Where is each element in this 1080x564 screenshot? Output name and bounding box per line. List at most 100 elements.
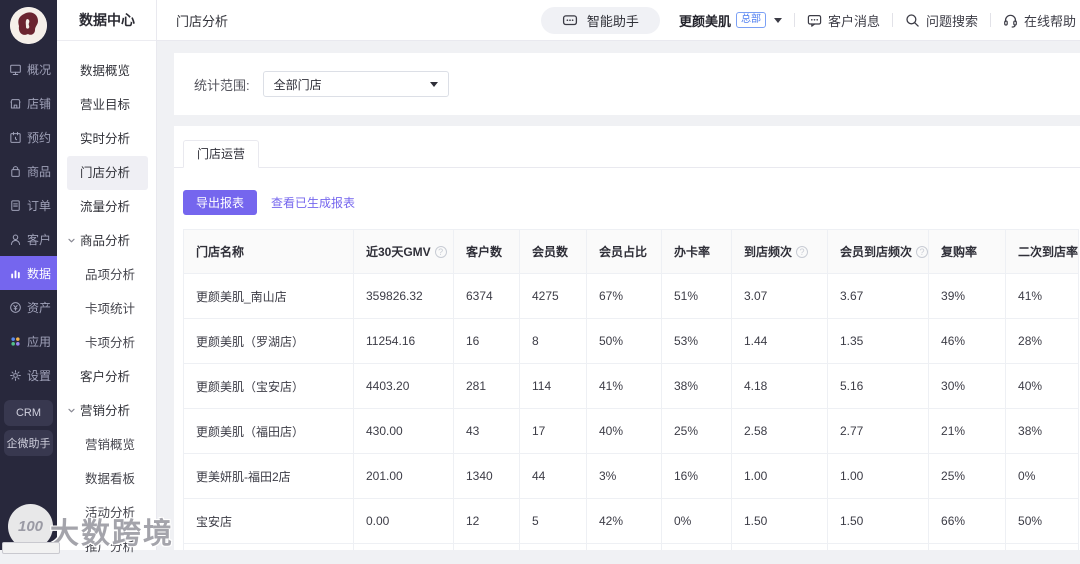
- tab-store-operation[interactable]: 门店运营: [183, 140, 259, 168]
- submenu-item-label: 商品分析: [80, 234, 130, 248]
- submenu-item-item-analysis[interactable]: 品项分析: [67, 258, 148, 292]
- sidebar-item-label: 商品: [27, 163, 51, 180]
- store-scope-select[interactable]: 全部门店: [263, 71, 449, 97]
- column-header: 客户数: [454, 230, 520, 274]
- asset-icon: [9, 301, 22, 314]
- submenu-item-label: 营销分析: [80, 404, 130, 418]
- sidebar-item-booking[interactable]: 预约: [0, 120, 57, 154]
- info-icon[interactable]: ?: [435, 246, 447, 258]
- column-label: 二次到店率: [1018, 245, 1078, 259]
- sidebar-item-product[interactable]: 商品: [0, 154, 57, 188]
- table-row: 更美妍肌-福田2店201.001340443%16%1.001.0025%0%: [184, 454, 1079, 499]
- sidebar-item-overview[interactable]: 概况: [0, 52, 57, 86]
- report-card: 门店运营 导出报表 查看已生成报表 门店名称近30天GMV?客户数会员数会员占比…: [174, 126, 1080, 550]
- table-cell: 6374: [454, 274, 520, 319]
- table-row: 更颜美肌（宝安店）4403.2028111441%38%4.185.1630%4…: [184, 364, 1079, 409]
- submenu-item-realtime-analysis[interactable]: 实时分析: [67, 122, 148, 156]
- table-cell: 41%: [1006, 274, 1079, 319]
- submenu-item-customer-analysis[interactable]: 客户分析: [67, 360, 148, 394]
- sidebar-item-order[interactable]: 订单: [0, 188, 57, 222]
- sidebar-item-label: 客户: [27, 231, 51, 248]
- action-label: 客户消息: [828, 11, 880, 30]
- submenu-item-label: 流量分析: [80, 200, 130, 214]
- submenu-item-business-target[interactable]: 营业目标: [67, 88, 148, 122]
- submenu-item-data-board[interactable]: 数据看板: [67, 462, 148, 496]
- submenu-item-promotion-analysis[interactable]: 推广分析: [67, 530, 148, 564]
- bag-icon: [9, 165, 22, 178]
- submenu-item-marketing-overview[interactable]: 营销概览: [67, 428, 148, 462]
- submenu-item-card-analysis[interactable]: 卡项分析: [67, 326, 148, 360]
- divider: [990, 13, 991, 27]
- submenu-item-traffic-analysis[interactable]: 流量分析: [67, 190, 148, 224]
- column-label: 会员占比: [599, 245, 647, 259]
- submenu-item-card-statistics[interactable]: 卡项统计: [67, 292, 148, 326]
- sidebar-item-data[interactable]: 数据: [0, 256, 57, 290]
- table-cell: 2.58: [732, 409, 828, 454]
- column-header: 会员占比: [587, 230, 662, 274]
- view-generated-reports-link[interactable]: 查看已生成报表: [271, 194, 355, 211]
- submenu-item-marketing-analysis[interactable]: 营销分析: [67, 394, 148, 428]
- account-dropdown[interactable]: 更颜美肌 总部: [679, 11, 782, 30]
- overview-icon: [9, 63, 22, 76]
- avatar[interactable]: [10, 7, 47, 44]
- sidebar-item-shop[interactable]: 店铺: [0, 86, 57, 120]
- table-cell: 1.35: [828, 319, 929, 364]
- table-cell: 更颜美肌（罗湖店）: [184, 319, 354, 364]
- table-cell: 114: [520, 364, 587, 409]
- column-label: 到店频次: [744, 245, 792, 259]
- table-row: 更颜美肌（福田店）430.00431740%25%2.582.7721%38%: [184, 409, 1079, 454]
- submenu-item-store-analysis[interactable]: 门店分析: [67, 156, 148, 190]
- main-content: 统计范围: 全部门店 门店运营 导出报表 查看已生成报表 门店名称近30天GMV…: [157, 41, 1080, 550]
- column-label: 会员到店频次: [840, 245, 912, 259]
- submenu-item-label: 卡项统计: [85, 302, 135, 316]
- robot-icon: [562, 13, 578, 27]
- question-search-button[interactable]: 问题搜索: [905, 11, 978, 30]
- column-label: 门店名称: [196, 245, 244, 259]
- table-cell: 5.16: [828, 364, 929, 409]
- submenu-item-data-overview[interactable]: 数据概览: [67, 54, 148, 88]
- table-row-partial: [184, 544, 1079, 551]
- column-label: 办卡率: [674, 245, 710, 259]
- headset-icon: [1003, 13, 1018, 28]
- table-cell: 66%: [929, 499, 1006, 544]
- sidebar-menu: 数据概览营业目标实时分析门店分析流量分析商品分析品项分析卡项统计卡项分析客户分析…: [57, 41, 156, 564]
- table-cell: 17: [520, 409, 587, 454]
- table-cell: [828, 544, 929, 551]
- toolbar: 导出报表 查看已生成报表: [183, 190, 1080, 215]
- sidebar-item-apps[interactable]: 应用: [0, 324, 57, 358]
- info-icon[interactable]: ?: [796, 246, 808, 258]
- column-header: 到店频次?: [732, 230, 828, 274]
- table-cell: 12: [454, 499, 520, 544]
- wecom-assistant-button[interactable]: 企微助手: [4, 430, 53, 456]
- sidebar-item-settings[interactable]: 设置: [0, 358, 57, 392]
- shop-icon: [9, 97, 22, 110]
- table-cell: 28%: [1006, 319, 1079, 364]
- table-cell: 0.00: [354, 499, 454, 544]
- customer-messages-button[interactable]: 客户消息: [807, 11, 880, 30]
- crm-button[interactable]: CRM: [4, 400, 53, 426]
- sidebar-item-customer[interactable]: 客户: [0, 222, 57, 256]
- smart-assistant-toggle[interactable]: 智能助手: [541, 7, 660, 34]
- table-cell: 1.00: [828, 454, 929, 499]
- table-cell: 41%: [587, 364, 662, 409]
- table-row: 宝安店0.0012542%0%1.501.5066%50%: [184, 499, 1079, 544]
- table-cell: 1.44: [732, 319, 828, 364]
- sidebar-item-asset[interactable]: 资产: [0, 290, 57, 324]
- table-cell: [929, 544, 1006, 551]
- table-cell: 0%: [1006, 454, 1079, 499]
- submenu-item-product-analysis[interactable]: 商品分析: [67, 224, 148, 258]
- sidebar-title: 数据中心: [57, 0, 156, 41]
- table-cell: 50%: [1006, 499, 1079, 544]
- sidebar-item-label: 店铺: [27, 95, 51, 112]
- column-header: 办卡率: [662, 230, 732, 274]
- assistant-label: 智能助手: [587, 11, 639, 30]
- online-help-button[interactable]: 在线帮助: [1003, 11, 1076, 30]
- table-cell: [662, 544, 732, 551]
- table-cell: 3.07: [732, 274, 828, 319]
- chevron-down-icon: [774, 18, 782, 23]
- table-cell: 201.00: [354, 454, 454, 499]
- table-cell: 更颜美肌_南山店: [184, 274, 354, 319]
- info-icon[interactable]: ?: [916, 246, 928, 258]
- export-report-button[interactable]: 导出报表: [183, 190, 257, 215]
- submenu-item-activity-analysis[interactable]: 活动分析: [67, 496, 148, 530]
